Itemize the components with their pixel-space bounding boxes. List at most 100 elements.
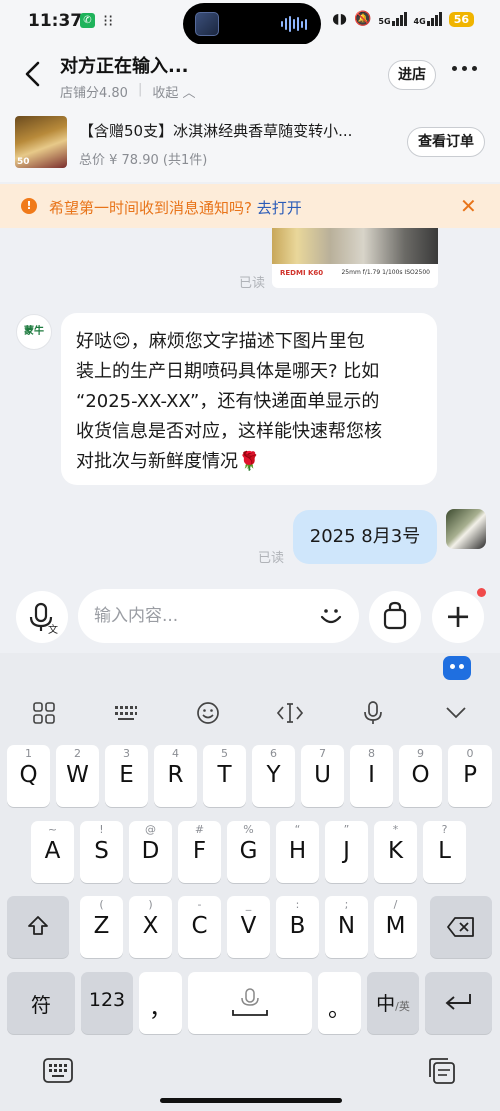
key-y[interactable]: 6Y [252, 745, 295, 807]
phone-call-icon: ✆ [80, 13, 95, 28]
image-meta: 25mm f/1.79 1/100s ISO2500 [341, 269, 430, 276]
backspace-icon [447, 917, 474, 937]
key-n[interactable]: ; N [325, 896, 368, 958]
view-order-button[interactable]: 查看订单 [407, 127, 485, 157]
key-x[interactable]: ) X [129, 896, 172, 958]
home-indicator[interactable] [160, 1098, 342, 1103]
collapse-keyboard-icon[interactable] [442, 700, 470, 726]
voice-input-icon[interactable] [359, 700, 387, 726]
add-attachment-button[interactable]: + [432, 591, 484, 643]
key-c[interactable]: -C [178, 896, 221, 958]
close-icon[interactable]: ✕ [460, 196, 477, 216]
keyboard-assistant-icon[interactable] [443, 656, 471, 680]
key-v[interactable]: _ V [227, 896, 270, 958]
collapse-toggle[interactable]: 收起 ︿ [152, 82, 195, 101]
message-line: 对批次与新鲜度情况🌹 [76, 451, 261, 472]
page-title: 对方正在输入... [60, 56, 189, 77]
key-i[interactable]: 8I [350, 745, 393, 807]
message-line: 好哒😊，麻烦您文字描述下图片里包 [76, 331, 365, 352]
battery-icon: 56 [448, 11, 474, 27]
enable-notifications-link[interactable]: 去打开 [257, 199, 302, 217]
enter-store-button[interactable]: 进店 [388, 60, 436, 90]
back-arrow-icon[interactable] [22, 60, 46, 88]
input-bar: 文 + [0, 583, 500, 653]
keyboard-layout-icon[interactable] [112, 700, 140, 726]
key-k[interactable]: * K [374, 821, 417, 883]
dynamic-island[interactable] [183, 3, 321, 45]
status-time: 11:37 [28, 11, 83, 31]
voice-to-text-button[interactable]: 文 [16, 591, 68, 643]
product-card[interactable]: 50 【含赠50支】冰淇淋经典香草随变转小... 总价 ¥ 78.90 (共1件… [0, 106, 500, 182]
comma-key[interactable]: ， [139, 972, 182, 1034]
shift-key[interactable] [7, 896, 69, 958]
key-u[interactable]: 7U [301, 745, 344, 807]
key-t[interactable]: 5T [203, 745, 246, 807]
notification-banner: ! 希望第一时间收到消息通知吗? 去打开 ✕ [0, 184, 500, 228]
key-j[interactable]: ” J [325, 821, 368, 883]
sent-image-message[interactable]: REDMI K60 25mm f/1.79 1/100s ISO2500 [272, 228, 438, 288]
key-w[interactable]: 2W [56, 745, 99, 807]
plus-icon: + [444, 597, 472, 635]
key-f[interactable]: # F [178, 821, 221, 883]
message-line: 装上的生产日期喷码具体是哪天? 比如 [76, 361, 380, 382]
key-m[interactable]: / M [374, 896, 417, 958]
product-title: 【含赠50支】冰淇淋经典香草随变转小... [79, 122, 353, 140]
numbers-key[interactable]: 123 [81, 972, 133, 1034]
chat-header: 对方正在输入... 店铺分4.80 | 收起 ︿ 进店 [0, 44, 500, 106]
key-z[interactable]: (Z [80, 896, 123, 958]
shopping-bag-button[interactable] [369, 591, 421, 643]
user-avatar[interactable] [446, 509, 486, 549]
read-receipt: 已读 [239, 276, 266, 291]
message-line: “2025-XX-XX”，还有快递面单显示的 [76, 391, 380, 412]
key-e[interactable]: 3E [105, 745, 148, 807]
earbuds-icon: ◖◗ [332, 11, 347, 27]
backspace-key[interactable] [430, 896, 492, 958]
shift-icon [28, 916, 48, 935]
key-h[interactable]: “H [276, 821, 319, 883]
key-a[interactable]: ~ A [31, 821, 74, 883]
key-l[interactable]: ? L [423, 821, 466, 883]
space-key[interactable] [188, 972, 312, 1034]
mute-bell-icon: 🔕 [353, 11, 372, 27]
product-thumbnail[interactable]: 50 [15, 116, 67, 168]
shop-avatar[interactable]: 蒙牛 [16, 314, 52, 350]
text-cursor-icon[interactable] [276, 700, 304, 726]
audio-wave-icon [281, 16, 307, 32]
symbol-key[interactable]: 符 [7, 972, 75, 1034]
product-price: 总价 ¥ 78.90 (共1件) [79, 153, 208, 168]
period-key[interactable]: 。 [318, 972, 361, 1034]
message-input[interactable] [78, 589, 359, 643]
clipboard-icon[interactable] [427, 1056, 457, 1086]
more-options-icon[interactable] [452, 66, 477, 71]
incoming-message-bubble[interactable]: 好哒😊，麻烦您文字描述下图片里包 装上的生产日期喷码具体是哪天? 比如 “202… [61, 313, 437, 485]
shopping-bag-icon [383, 601, 407, 630]
key-s[interactable]: ! S [80, 821, 123, 883]
status-bar: 11:37 ✆ ⁝⁝ ◖◗ 🔕 5G 4G 56 [0, 0, 500, 45]
key-q[interactable]: 1Q [7, 745, 50, 807]
chevron-up-icon: ︿ [182, 86, 196, 101]
key-r[interactable]: 4R [154, 745, 197, 807]
photo-preview [272, 228, 438, 264]
outgoing-message-bubble[interactable]: 2025 8月3号 [293, 510, 437, 564]
language-switch-key[interactable]: 中/英 [367, 972, 419, 1034]
emoji-keyboard-icon[interactable] [194, 700, 222, 726]
space-mic-icon [232, 988, 268, 1016]
enter-icon [445, 994, 471, 1010]
key-b[interactable]: :B [276, 896, 319, 958]
notice-text: 希望第一时间收到消息通知吗? [49, 199, 252, 217]
key-g[interactable]: % G [227, 821, 270, 883]
keyboard-switch-icon[interactable] [43, 1057, 73, 1085]
key-o[interactable]: 9O [399, 745, 442, 807]
enter-key[interactable] [425, 972, 492, 1034]
apps-grid-icon[interactable] [30, 700, 58, 726]
notification-dot [477, 588, 486, 597]
alert-icon: ! [21, 198, 37, 214]
microphone-icon: 文 [29, 602, 58, 636]
svg-text:文: 文 [48, 623, 58, 636]
media-thumbnail [195, 12, 219, 36]
key-p[interactable]: 0P [448, 745, 492, 807]
key-d[interactable]: @ D [129, 821, 172, 883]
emoji-icon[interactable] [318, 603, 344, 629]
message-line: 收货信息是否对应，这样能快速帮您核 [76, 421, 382, 442]
signal-5g-icon: 5G [378, 12, 407, 26]
